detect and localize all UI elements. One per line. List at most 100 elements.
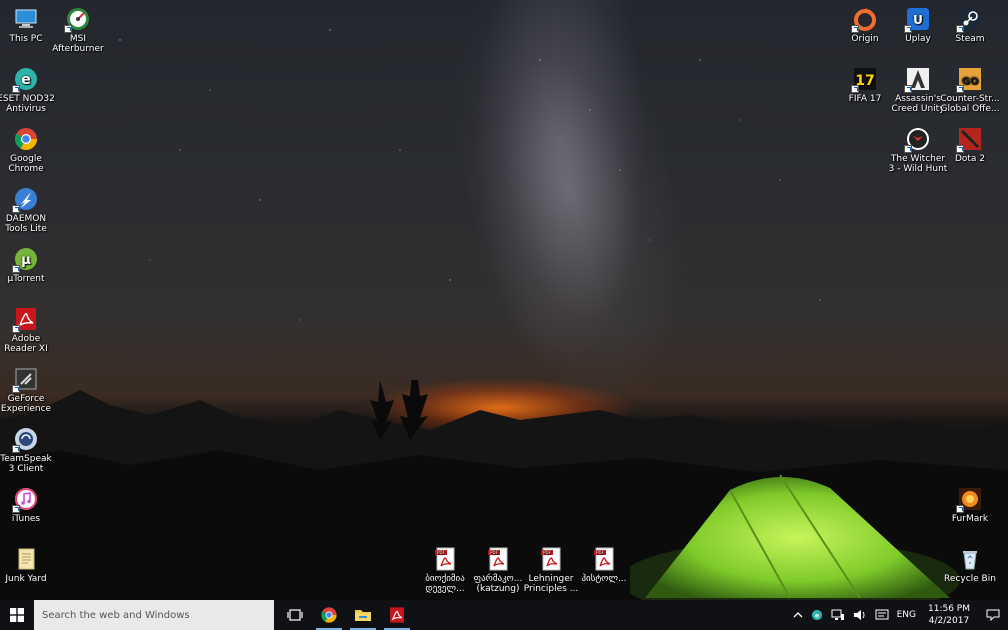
taskbar-chrome[interactable] [312,600,346,630]
desktop-icon-label: ბიოქიმია დეველ... [425,574,465,594]
geforce-icon [12,366,39,393]
start-button[interactable] [0,600,34,630]
task-view-icon [287,609,303,621]
desktop-icon-junk-yard[interactable]: Junk Yard [0,546,56,584]
fifa-icon: 17 [851,66,878,93]
desktop-icon-itunes[interactable]: iTunes [0,486,56,524]
desktop-icon-label: ჰისტოლ... [581,574,627,584]
clock[interactable]: 11:56 PM 4/2/2017 [920,600,978,630]
show-hidden-icons-button[interactable] [789,600,807,630]
witcher-icon [904,126,931,153]
chrome-icon [321,607,337,623]
desktop-wallpaper: This PC e ESET NOD32 Antivirus Google Ch… [0,0,1008,600]
desktop-icon-label: ფარმაკო... (katzung) [473,574,523,594]
desktop-icon-label: Adobe Reader XI [4,334,48,354]
desktop-icon-label: Steam [955,34,985,44]
desktop-icon-csgo[interactable]: GO Counter-Str... Global Offe... [940,66,1000,114]
shortcut-arrow-icon [956,85,964,93]
glowing-tent [630,474,960,600]
desktop-icon-assassins-creed[interactable]: Assassin's Creed Unity [888,66,948,114]
steam-icon [956,6,983,33]
desktop-icon-label: Origin [851,34,879,44]
desktop-icon-label: iTunes [11,514,41,524]
shortcut-arrow-icon [904,145,912,153]
tray-volume[interactable] [849,600,871,630]
shortcut-arrow-icon [956,505,964,513]
svg-text:PDF: PDF [437,550,445,555]
windows-logo-icon [10,608,24,622]
origin-icon [851,6,878,33]
svg-text:e: e [814,611,819,619]
assassins-creed-icon [904,66,931,93]
language-indicator[interactable]: ENG [893,600,920,630]
desktop-icon-label: Google Chrome [8,154,44,174]
desktop-icon-fifa[interactable]: 17 FIFA 17 [835,66,895,104]
pdf-icon: PDF [591,546,617,572]
desktop-icon-label: TeamSpeak 3 Client [0,454,52,474]
desktop-icon-label: Uplay [905,34,931,44]
action-center-button[interactable] [978,600,1008,630]
svg-text:e: e [21,72,31,88]
desktop-icon-dota[interactable]: Dota 2 [940,126,1000,164]
shortcut-arrow-icon [851,25,859,33]
daemon-tools-icon [12,186,39,213]
desktop-icon-geforce[interactable]: GeForce Experience [0,366,56,414]
svg-text:GO: GO [962,76,979,87]
desktop-icon-steam[interactable]: Steam [940,6,1000,44]
pdf-icon: PDF [485,546,511,572]
desktop-icon-utorrent[interactable]: µ µTorrent [0,246,56,284]
desktop-icon-label: ESET NOD32 Antivirus [0,94,55,114]
desktop-icon-origin[interactable]: Origin [835,6,895,44]
shortcut-arrow-icon [956,145,964,153]
desktop-icon-label: FIFA 17 [848,94,882,104]
shortcut-arrow-icon [12,85,20,93]
desktop-icon-eset[interactable]: e ESET NOD32 Antivirus [0,66,56,114]
network-icon [831,609,844,620]
desktop-file-pdf[interactable]: PDF ჰისტოლ... [574,546,634,584]
desktop-file-pdf[interactable]: PDF ბიოქიმია დეველ... [415,546,475,594]
shortcut-arrow-icon [956,25,964,33]
desktop-icon-label: Assassin's Creed Unity [891,94,945,114]
clock-time: 11:56 PM [928,604,970,614]
svg-text:PDF: PDF [596,550,604,555]
shortcut-arrow-icon [904,85,912,93]
desktop-icon-label: µTorrent [7,274,45,284]
desktop-icon-label: Counter-Str... Global Offe... [940,94,1000,114]
desktop-icon-uplay[interactable]: U Uplay [888,6,948,44]
teamspeak-icon [12,426,39,453]
taskbar-file-explorer[interactable] [346,600,380,630]
desktop-icon-teamspeak[interactable]: TeamSpeak 3 Client [0,426,56,474]
desktop-icon-adobe-reader[interactable]: Adobe Reader XI [0,306,56,354]
shortcut-arrow-icon [12,505,20,513]
desktop-icon-chrome[interactable]: Google Chrome [0,126,56,174]
shortcut-arrow-icon [12,385,20,393]
dota-icon [956,126,983,153]
pdf-icon: PDF [432,546,458,572]
desktop-file-pdf[interactable]: PDF Lehninger Principles ... [521,546,581,594]
desktop-icon-witcher[interactable]: The Witcher 3 - Wild Hunt [888,126,948,174]
desktop-icon-daemon-tools[interactable]: DAEMON Tools Lite [0,186,56,234]
pdf-icon: PDF [538,546,564,572]
desktop-file-pdf[interactable]: PDF ფარმაკო... (katzung) [468,546,528,594]
svg-text:PDF: PDF [490,550,498,555]
shortcut-arrow-icon [12,445,20,453]
tray-network[interactable] [827,600,849,630]
shortcut-arrow-icon [904,25,912,33]
adobe-reader-icon [390,607,404,623]
file-explorer-icon [355,610,371,621]
desktop-icon-msi-afterburner[interactable]: MSI Afterburner [48,6,108,54]
desktop-icon-recycle-bin[interactable]: Recycle Bin [940,546,1000,584]
shortcut-arrow-icon [64,25,72,33]
tray-eset[interactable]: e [807,600,827,630]
itunes-icon [12,486,39,513]
furmark-icon [956,486,983,513]
desktop-icon-label: DAEMON Tools Lite [5,214,47,234]
taskbar-adobe-reader[interactable] [380,600,414,630]
eset-icon: e [12,66,39,93]
task-view-button[interactable] [278,600,312,630]
search-input[interactable]: Search the web and Windows [34,600,274,630]
desktop-icon-furmark[interactable]: FurMark [940,486,1000,524]
desktop-icon-label: Dota 2 [954,154,986,164]
desktop-icon-label: Junk Yard [5,574,47,584]
tray-ime[interactable] [871,600,893,630]
